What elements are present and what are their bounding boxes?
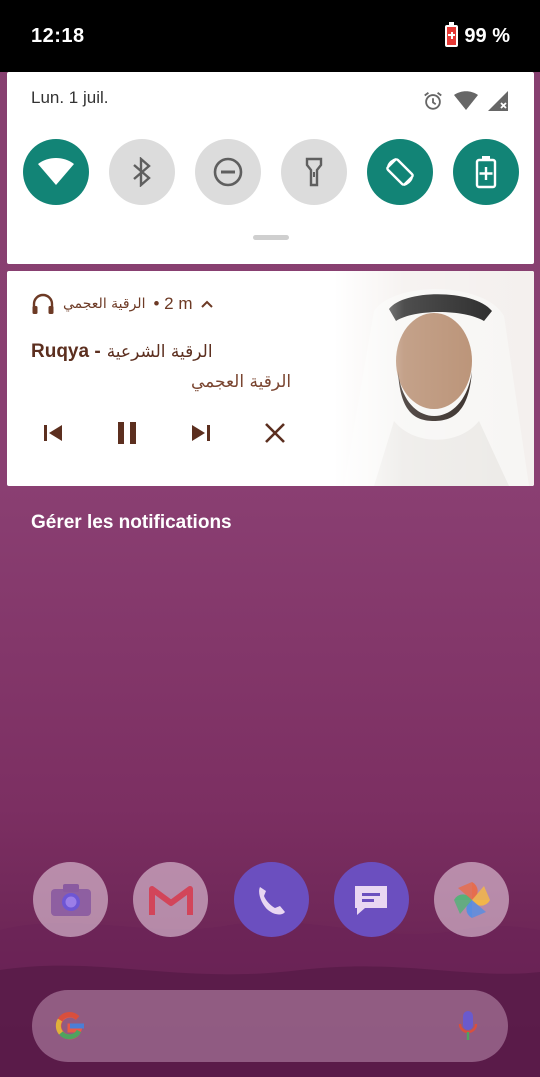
battery-saver-tile[interactable]	[453, 139, 519, 205]
media-controls	[41, 421, 287, 445]
google-search-bar[interactable]	[32, 990, 508, 1062]
dnd-tile[interactable]	[195, 139, 261, 205]
signal-icon	[488, 91, 508, 111]
skip-next-icon	[192, 425, 210, 441]
flashlight-tile[interactable]	[281, 139, 347, 205]
close-icon	[265, 423, 285, 443]
status-bar: 12:18 99 %	[0, 0, 540, 72]
headphones-icon	[32, 293, 54, 314]
flashlight-icon	[305, 157, 323, 187]
photos-icon	[453, 881, 490, 918]
do-not-disturb-icon	[213, 157, 243, 187]
media-notification[interactable]: الرقية العجمي • 2 m Ruqya - الرقية الشرع…	[7, 271, 534, 486]
track-title: Ruqya - الرقية الشرعية	[31, 341, 213, 363]
messages-icon	[355, 885, 388, 915]
wifi-tile[interactable]	[23, 139, 89, 205]
battery-saver-icon	[475, 156, 497, 189]
notification-app-name: الرقية العجمي	[63, 296, 146, 312]
previous-button[interactable]	[41, 421, 65, 445]
track-artist: الرقية العجمي	[191, 372, 292, 392]
notification-time: • 2 m	[153, 294, 193, 313]
qs-tiles	[23, 139, 519, 205]
wifi-icon	[38, 158, 74, 185]
photos-app[interactable]	[434, 862, 509, 937]
battery-status: 99 %	[445, 22, 510, 48]
track-title-ar: الرقية الشرعية	[106, 342, 213, 362]
phone-icon	[259, 886, 285, 914]
notification-header[interactable]: الرقية العجمي • 2 m	[31, 293, 214, 315]
track-title-en: Ruqya -	[31, 341, 101, 362]
quick-settings-panel: Lun. 1 juil.	[7, 72, 534, 264]
album-art	[334, 271, 534, 486]
battery-percent: 99 %	[464, 24, 510, 47]
auto-rotate-icon	[386, 158, 414, 186]
battery-charging-icon	[445, 22, 459, 47]
camera-app[interactable]	[33, 862, 108, 937]
camera-icon	[50, 883, 91, 916]
qs-date[interactable]: Lun. 1 juil.	[31, 88, 109, 108]
wifi-status-icon	[454, 91, 478, 110]
clock: 12:18	[31, 24, 85, 47]
gmail-app[interactable]	[133, 862, 209, 937]
chevron-up-icon[interactable]	[200, 299, 214, 309]
phone-app[interactable]	[233, 862, 309, 937]
manage-notifications-button[interactable]: Gérer les notifications	[31, 512, 232, 534]
close-button[interactable]	[263, 421, 287, 445]
pause-button[interactable]	[115, 421, 139, 445]
skip-previous-icon	[44, 425, 62, 441]
panel-drag-handle[interactable]	[253, 235, 289, 240]
bluetooth-icon	[133, 157, 151, 187]
alarm-icon	[424, 92, 442, 110]
pause-icon	[118, 422, 136, 444]
microphone-icon[interactable]	[458, 1010, 478, 1042]
next-button[interactable]	[189, 421, 213, 445]
qs-status-icons	[422, 90, 508, 112]
messages-app[interactable]	[333, 862, 409, 937]
google-logo-icon	[55, 1012, 84, 1040]
gmail-icon	[148, 885, 193, 915]
bluetooth-tile[interactable]	[109, 139, 175, 205]
auto-rotate-tile[interactable]	[367, 139, 433, 205]
app-dock	[33, 862, 509, 937]
